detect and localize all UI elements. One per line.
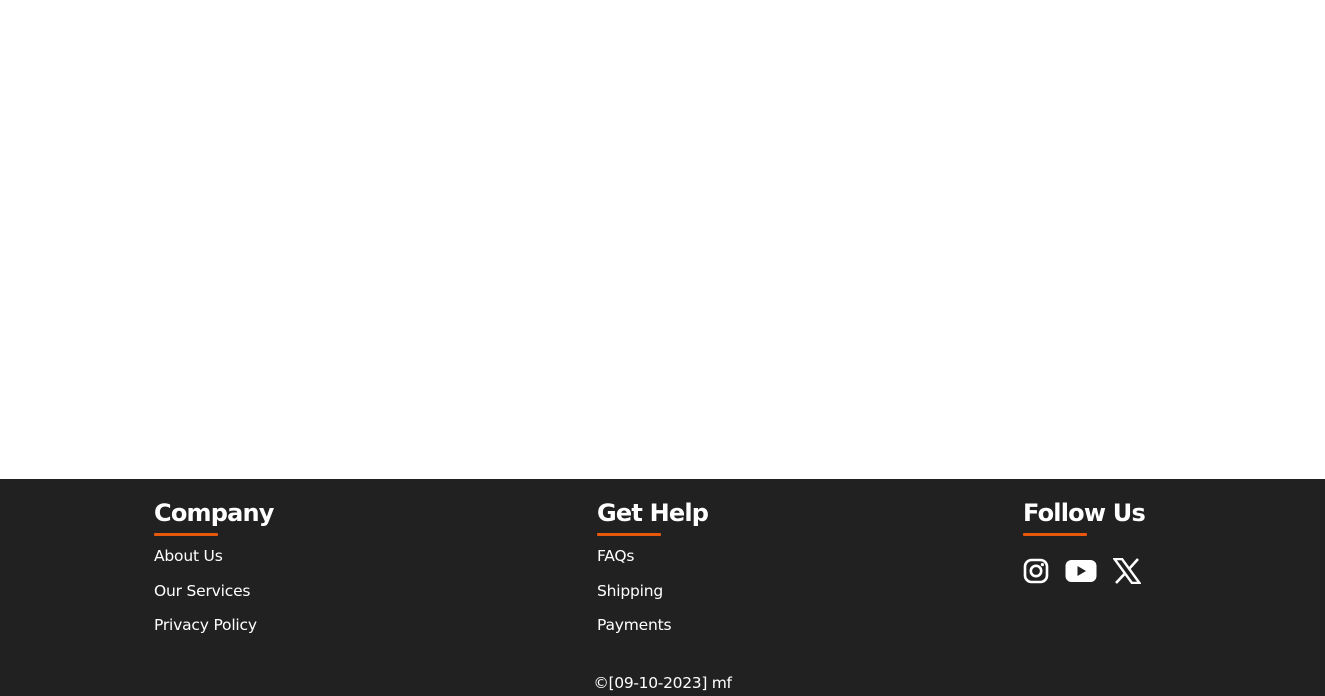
payments-link[interactable]: Payments — [597, 615, 672, 635]
list-item: Our Services — [154, 581, 274, 616]
copyright-text: ©[09-10-2023] mf — [593, 674, 732, 692]
main-content-area — [0, 0, 1325, 479]
instagram-icon — [1023, 558, 1049, 584]
list-item: Shipping — [597, 581, 708, 616]
privacy-policy-link[interactable]: Privacy Policy — [154, 615, 257, 635]
list-item: FAQs — [597, 546, 708, 581]
footer-column-get-help: Get Help FAQs Shipping Payments — [597, 497, 709, 650]
shipping-link[interactable]: Shipping — [597, 581, 663, 601]
company-heading: Company — [154, 499, 274, 527]
get-help-links: FAQs Shipping Payments — [597, 546, 708, 650]
follow-us-heading: Follow Us — [1023, 499, 1146, 527]
list-item: Privacy Policy — [154, 615, 274, 650]
list-item: About Us — [154, 546, 274, 581]
footer-column-follow-us: Follow Us — [1023, 497, 1157, 584]
instagram-link[interactable] — [1023, 558, 1049, 584]
faqs-link[interactable]: FAQs — [597, 546, 635, 566]
page: Company About Us Our Services Privacy Po… — [0, 0, 1325, 696]
list-item: Payments — [597, 615, 708, 650]
our-services-link[interactable]: Our Services — [154, 581, 250, 601]
follow-us-heading-underline — [1023, 533, 1087, 536]
x-twitter-icon — [1113, 558, 1141, 584]
about-us-link[interactable]: About Us — [154, 546, 223, 566]
social-links — [1023, 558, 1157, 584]
site-footer: Company About Us Our Services Privacy Po… — [0, 479, 1325, 696]
get-help-heading: Get Help — [597, 499, 709, 527]
youtube-icon — [1065, 560, 1097, 582]
x-twitter-link[interactable] — [1113, 558, 1141, 584]
footer-column-company: Company About Us Our Services Privacy Po… — [154, 497, 274, 650]
get-help-heading-underline — [597, 533, 661, 536]
company-heading-underline — [154, 533, 218, 536]
youtube-link[interactable] — [1065, 559, 1097, 583]
company-links: About Us Our Services Privacy Policy — [154, 546, 274, 650]
